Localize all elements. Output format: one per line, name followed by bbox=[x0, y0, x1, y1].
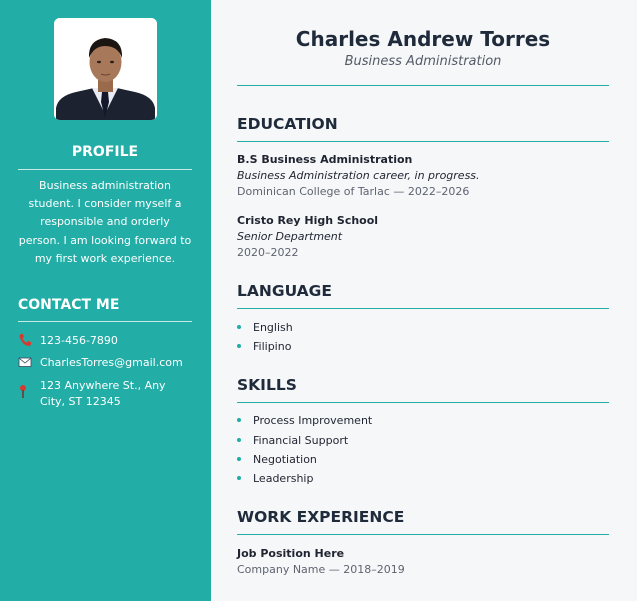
location-pin-icon bbox=[18, 378, 40, 400]
contact-address-text: 123 Anywhere St., Any City, ST 12345 bbox=[40, 379, 166, 408]
skill-item-text: Process Improvement bbox=[253, 414, 373, 427]
skill-item-text: Negotiation bbox=[253, 453, 317, 466]
profile-text: Business administration student. I consi… bbox=[18, 179, 192, 265]
contact-phone-text: 123-456-7890 bbox=[40, 334, 118, 347]
bullet-dot bbox=[237, 418, 241, 422]
experience-meta: Company Name — 2018–2019 bbox=[237, 563, 405, 576]
job-title: Business Administration bbox=[344, 54, 502, 69]
profile-photo bbox=[54, 18, 157, 120]
skill-item: Process Improvement bbox=[237, 414, 372, 427]
skills-heading: SKILLS bbox=[237, 376, 297, 394]
language-item-text: English bbox=[253, 321, 293, 334]
contact-divider bbox=[18, 321, 192, 322]
bullet-dot bbox=[237, 344, 241, 348]
education-divider bbox=[237, 141, 609, 142]
resume-page: PROFILE Business administration student.… bbox=[0, 0, 637, 601]
language-item-text: Filipino bbox=[253, 340, 292, 353]
experience-position: Job Position Here bbox=[237, 547, 345, 560]
header-divider bbox=[237, 85, 609, 86]
phone-icon bbox=[18, 333, 40, 347]
skills-divider bbox=[237, 402, 609, 403]
language-heading: LANGUAGE bbox=[237, 282, 332, 300]
skill-item-text: Financial Support bbox=[253, 434, 349, 447]
bullet-dot bbox=[237, 325, 241, 329]
education-meta: 2020–2022 bbox=[237, 246, 299, 259]
language-item: English bbox=[237, 321, 293, 334]
bullet-dot bbox=[237, 438, 241, 442]
contact-email-text: CharlesTorres@gmail.com bbox=[40, 356, 183, 369]
bullet-dot bbox=[237, 476, 241, 480]
bullet-dot bbox=[237, 457, 241, 461]
education-detail: Senior Department bbox=[237, 230, 343, 243]
profile-divider bbox=[18, 169, 192, 170]
skill-item: Financial Support bbox=[237, 434, 348, 447]
email-icon bbox=[18, 355, 40, 369]
contact-email[interactable]: CharlesTorres@gmail.com bbox=[18, 355, 194, 371]
education-heading: EDUCATION bbox=[237, 115, 338, 133]
sidebar: PROFILE Business administration student.… bbox=[0, 0, 211, 601]
full-name: Charles Andrew Torres bbox=[295, 27, 551, 51]
experience-heading: WORK EXPERIENCE bbox=[237, 508, 405, 526]
skill-item-text: Leadership bbox=[253, 472, 314, 485]
experience-divider bbox=[237, 534, 609, 535]
education-school: B.S Business Administration bbox=[237, 153, 413, 166]
education-school: Cristo Rey High School bbox=[237, 214, 379, 227]
skill-item: Negotiation bbox=[237, 453, 317, 466]
profile-heading: PROFILE bbox=[71, 144, 139, 160]
contact-address[interactable]: 123 Anywhere St., Any City, ST 12345 bbox=[18, 378, 194, 410]
education-meta: Dominican College of Tarlac — 2022–2026 bbox=[237, 185, 470, 198]
contact-heading: CONTACT ME bbox=[18, 297, 120, 313]
education-detail: Business Administration career, in progr… bbox=[237, 169, 480, 182]
skill-item: Leadership bbox=[237, 472, 313, 485]
language-item: Filipino bbox=[237, 340, 291, 353]
language-divider bbox=[237, 308, 609, 309]
contact-phone[interactable]: 123-456-7890 bbox=[18, 333, 194, 349]
